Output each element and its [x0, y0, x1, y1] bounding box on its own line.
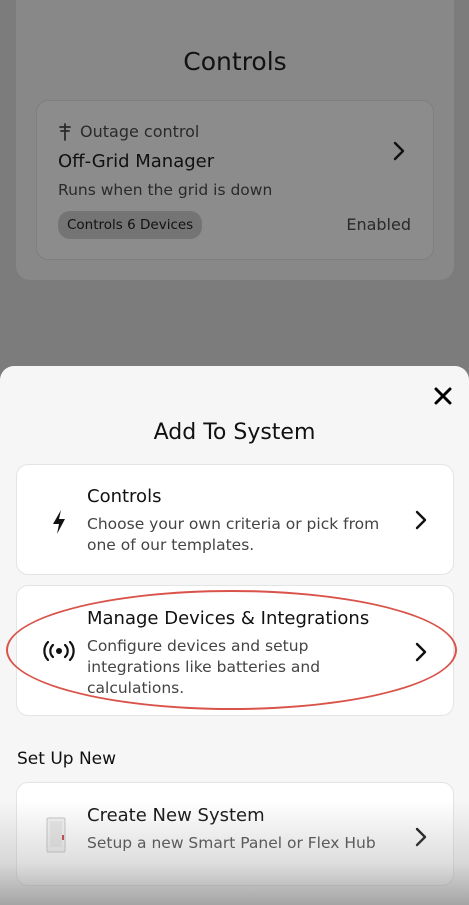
option-icon	[39, 641, 79, 661]
option-description: Choose your own criteria or pick from on…	[87, 515, 380, 554]
lightning-bolt-icon	[53, 510, 65, 534]
close-icon	[434, 387, 452, 405]
option-description: Configure devices and setup integrations…	[87, 637, 321, 697]
section-label: Set Up New	[17, 749, 117, 769]
option-title: Manage Devices & Integrations	[87, 608, 370, 629]
option-icon	[45, 509, 73, 535]
rule-kind-label: Outage control	[80, 122, 200, 141]
outage-control-card[interactable]: Outage control Off-Grid Manager Runs whe…	[36, 100, 434, 260]
rule-kind: Outage control	[58, 122, 199, 141]
rule-name: Off-Grid Manager	[58, 151, 215, 172]
controls-option[interactable]: Controls Choose your own criteria or pic…	[16, 464, 454, 575]
chevron-right-icon	[415, 827, 427, 847]
broadcast-signal-icon	[43, 641, 75, 661]
sheet-title: Add To System	[153, 420, 316, 445]
option-title: Controls	[87, 486, 162, 507]
controls-page-title: Controls	[183, 47, 287, 76]
utility-pole-icon	[59, 122, 71, 141]
devices-count-badge: Controls 6 Devices	[58, 211, 203, 239]
chevron-right-icon	[415, 510, 427, 530]
chevron-right-icon	[415, 642, 427, 662]
option-title: Create New System	[87, 805, 265, 826]
manage-devices-option[interactable]: Manage Devices & Integrations Configure …	[16, 585, 454, 716]
option-description: Setup a new Smart Panel or Flex Hub	[87, 834, 376, 852]
close-button[interactable]	[431, 384, 455, 408]
create-new-system-option[interactable]: Create New System Setup a new Smart Pane…	[16, 782, 454, 886]
option-icon	[41, 817, 71, 853]
smart-panel-device-icon	[46, 817, 66, 853]
chevron-right-icon	[393, 141, 405, 161]
rule-status: Enabled	[346, 215, 411, 234]
rule-description: Runs when the grid is down	[58, 181, 273, 199]
